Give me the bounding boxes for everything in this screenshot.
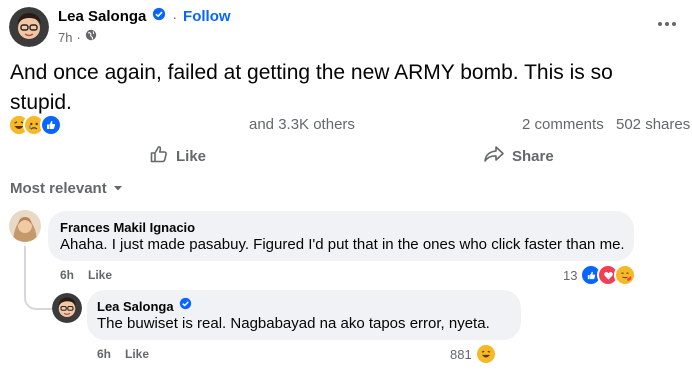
like-icon — [40, 114, 62, 136]
sort-label: Most relevant — [10, 179, 107, 197]
time-separator: · — [76, 29, 81, 45]
like-button[interactable]: Like — [149, 144, 206, 168]
thread-connector — [24, 246, 54, 310]
author-avatar[interactable] — [9, 7, 49, 47]
shares-count[interactable]: 502 shares — [616, 116, 690, 133]
reply-reactions[interactable]: 881 — [450, 343, 497, 365]
comment-text: Ahaha. I just made pasabuy. Figured I'd … — [60, 236, 625, 253]
post-text: And once again, failed at getting the ne… — [10, 61, 613, 114]
post-time[interactable]: 7h — [58, 30, 72, 45]
author-name[interactable]: Lea Salonga — [58, 8, 146, 25]
reply-like-button[interactable]: Like — [125, 347, 149, 361]
share-label: Share — [512, 147, 554, 165]
share-button[interactable]: Share — [483, 144, 554, 168]
reply-reaction-count: 881 — [450, 346, 472, 362]
reply-time[interactable]: 6h — [97, 347, 111, 361]
post-reactions[interactable] — [10, 114, 62, 136]
share-arrow-icon — [483, 144, 505, 168]
comment-author[interactable]: Frances Makil Ignacio — [60, 220, 195, 235]
reactions-summary[interactable]: and 3.3K others — [249, 116, 355, 133]
verified-badge-icon — [179, 297, 192, 315]
globe-icon — [85, 28, 97, 46]
haha-icon — [474, 343, 497, 365]
reply-author[interactable]: Lea Salonga — [97, 299, 174, 314]
thumbs-up-icon — [149, 144, 169, 168]
like-label: Like — [176, 147, 207, 165]
chevron-down-icon — [113, 179, 123, 197]
comment-time[interactable]: 6h — [60, 268, 74, 282]
comment-reactions[interactable]: 13 — [563, 264, 637, 286]
hug-icon — [614, 264, 637, 286]
follow-button[interactable]: Follow — [183, 8, 231, 25]
comment-reaction-count: 13 — [563, 267, 578, 283]
follow-separator: · — [172, 8, 178, 25]
comments-count[interactable]: 2 comments — [522, 116, 604, 133]
comment-sort-dropdown[interactable]: Most relevant — [10, 179, 123, 197]
verified-badge-icon — [152, 7, 166, 26]
reply-text: The buwiset is real. Nagbabayad na ako t… — [97, 315, 490, 332]
commenter-avatar[interactable] — [9, 210, 41, 242]
comment-like-button[interactable]: Like — [88, 268, 112, 282]
reply-author-avatar[interactable] — [52, 293, 82, 323]
more-options-icon[interactable] — [656, 14, 678, 34]
